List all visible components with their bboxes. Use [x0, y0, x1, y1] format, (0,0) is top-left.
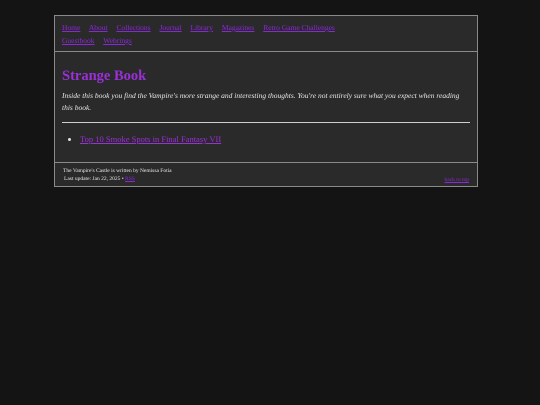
divider [62, 122, 470, 123]
page-container: Home About Collections Journal Library M… [54, 15, 478, 187]
nav-link-home[interactable]: Home [62, 23, 80, 32]
rss-link[interactable]: RSS [125, 176, 135, 182]
nav-link-magazines[interactable]: Magazines [222, 23, 255, 32]
nav-link-retro-game-challenges[interactable]: Retro Game Challenges [263, 23, 335, 32]
footer-credit: The Vampire's Castle is written by Nemis… [63, 168, 172, 174]
nav-link-collections[interactable]: Collections [116, 23, 150, 32]
nav-link-webrings[interactable]: Webrings [103, 36, 132, 45]
top-navigation: Home About Collections Journal Library M… [55, 16, 477, 52]
footer-update-line: Last update: Jan 22, 2025 • RSS [63, 175, 469, 183]
nav-link-guestbook[interactable]: Guestbook [62, 36, 95, 45]
last-update-text: Last update: Jan 22, 2025 • [64, 176, 124, 182]
back-to-top-link[interactable]: back to top [445, 176, 469, 184]
nav-link-journal[interactable]: Journal [159, 23, 181, 32]
list-item: Top 10 Smoke Spots in Final Fantasy VII [80, 133, 470, 145]
nav-link-library[interactable]: Library [190, 23, 213, 32]
nav-link-about[interactable]: About [89, 23, 108, 32]
article-list: Top 10 Smoke Spots in Final Fantasy VII [62, 133, 470, 145]
footer: The Vampire's Castle is written by Nemis… [55, 162, 477, 188]
article-link[interactable]: Top 10 Smoke Spots in Final Fantasy VII [80, 134, 221, 144]
main-content: Strange Book Inside this book you find t… [55, 52, 477, 162]
page-description: Inside this book you find the Vampire's … [62, 91, 460, 112]
page-title: Strange Book [62, 68, 147, 84]
